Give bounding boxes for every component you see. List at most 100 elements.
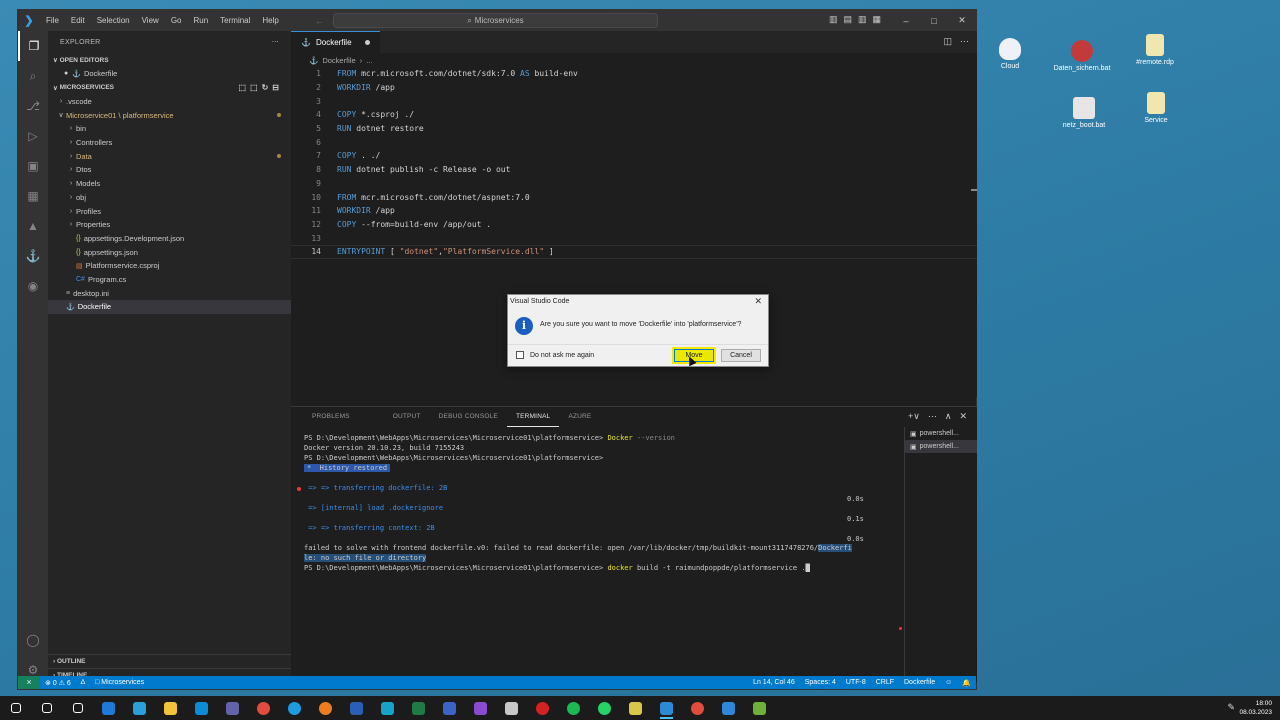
desktop-icon-service[interactable]: Service	[1121, 92, 1191, 124]
new-terminal-icon[interactable]: +∨	[908, 411, 920, 422]
teams-icon[interactable]	[217, 696, 248, 720]
edge-icon[interactable]	[279, 696, 310, 720]
folder-status[interactable]: □ Microservices	[90, 679, 149, 686]
breadcrumb-file[interactable]: Dockerfile	[322, 56, 355, 65]
tree-item[interactable]: ▤ Platformservice.csproj	[48, 259, 291, 273]
unsaved-dot-icon[interactable]	[364, 40, 370, 45]
new-folder-icon[interactable]: ⬚	[250, 83, 262, 92]
terminal-output[interactable]: PS D:\Development\WebApps\Microservices\…	[304, 433, 894, 573]
notifications-icon[interactable]: 🔔	[957, 679, 976, 687]
toggle-secondary-sidebar-icon[interactable]: ▥	[858, 14, 867, 25]
indentation[interactable]: Spaces: 4	[800, 679, 841, 687]
store-icon[interactable]	[186, 696, 217, 720]
settings-sync-icon[interactable]: ◉	[18, 271, 48, 301]
app-blue-icon[interactable]	[93, 696, 124, 720]
language-mode[interactable]: Dockerfile	[899, 679, 940, 687]
tab-debug-console[interactable]: DEBUG CONSOLE	[430, 407, 507, 427]
menu-edit[interactable]: Edit	[65, 16, 91, 25]
tab-problems[interactable]: PROBLEMS	[303, 407, 359, 427]
close-dot-icon[interactable]: ●	[64, 70, 68, 77]
menu-view[interactable]: View	[136, 16, 165, 25]
split-editor-icon[interactable]: ◫	[943, 36, 952, 47]
tree-item[interactable]: C# Program.cs	[48, 273, 291, 287]
code-editor[interactable]: 1 FROM mcr.microsoft.com/dotnet/sdk:7.0 A…	[291, 67, 977, 259]
run-debug-icon[interactable]: ▷	[18, 121, 48, 151]
open-editors-section[interactable]: ∨ OPEN EDITORS	[48, 53, 291, 67]
app-green-icon[interactable]	[744, 696, 775, 720]
remote-explorer-icon[interactable]: ▣	[18, 151, 48, 181]
more-actions-icon[interactable]: ⋯	[272, 38, 279, 46]
tab-dockerfile[interactable]: ⚓ Dockerfile	[291, 31, 380, 53]
task-view-icon[interactable]	[62, 696, 93, 720]
whatsapp-icon[interactable]	[589, 696, 620, 720]
refresh-icon[interactable]: ↻	[262, 83, 273, 92]
menu-run[interactable]: Run	[187, 16, 214, 25]
back-arrow-icon[interactable]: ←	[315, 16, 330, 26]
checkbox-label[interactable]: Do not ask me again	[530, 352, 594, 359]
word-icon[interactable]	[341, 696, 372, 720]
close-icon[interactable]: ✕	[948, 15, 976, 26]
feedback-icon[interactable]: ☺	[940, 679, 957, 687]
tab-output[interactable]: OUTPUT	[384, 407, 430, 427]
error-decoration-icon[interactable]	[297, 487, 301, 491]
start-icon[interactable]	[0, 696, 31, 720]
tree-item[interactable]: › Properties	[48, 218, 291, 232]
clock[interactable]: 18:00 08.03.2023	[1239, 699, 1272, 717]
chrome-icon[interactable]	[248, 696, 279, 720]
problems-status[interactable]: ⊗ 0 ⚠ 6	[40, 679, 76, 687]
menu-file[interactable]: File	[40, 16, 65, 25]
line-endings[interactable]: CRLF	[871, 679, 899, 687]
app-teal-icon[interactable]	[124, 696, 155, 720]
desktop-icon-cloud[interactable]: Cloud	[975, 38, 1045, 70]
cursor-position[interactable]: Ln 14, Col 46	[748, 679, 800, 687]
command-center-search[interactable]: ⌕ Microservices	[333, 13, 658, 28]
collapse-all-icon[interactable]: ⊟	[272, 83, 283, 92]
outline-section[interactable]: › OUTLINE	[48, 654, 291, 668]
extensions-icon[interactable]: ▦	[18, 181, 48, 211]
source-control-icon[interactable]: ⎇	[18, 91, 48, 121]
maximize-icon[interactable]: □	[920, 16, 948, 26]
cancel-button[interactable]: Cancel	[721, 349, 761, 362]
menu-selection[interactable]: Selection	[91, 16, 136, 25]
tab-azure[interactable]: AZURE	[559, 407, 600, 427]
tree-item[interactable]: › Models	[48, 177, 291, 191]
folder-section[interactable]: ∨ MICROSERVICES ⬚⬚↻⊟	[48, 81, 291, 95]
tree-item[interactable]: › Controllers	[48, 136, 291, 150]
chrome2-icon[interactable]	[682, 696, 713, 720]
desktop-icon-netz-boot[interactable]: netz_boot.bat	[1049, 97, 1119, 129]
tree-item[interactable]: › obj	[48, 191, 291, 205]
terminal-tab-1[interactable]: ▣ powershell...	[905, 427, 977, 440]
tree-item[interactable]: › bin	[48, 122, 291, 136]
customize-layout-icon[interactable]: ▦	[872, 14, 881, 25]
remote-indicator-icon[interactable]: ⨯	[18, 676, 40, 689]
record-icon[interactable]	[527, 696, 558, 720]
folder-icon[interactable]	[155, 696, 186, 720]
docker-icon[interactable]: ⚓	[18, 241, 48, 271]
tree-item[interactable]: ⚓ Dockerfile	[48, 300, 291, 314]
spotify-icon[interactable]	[558, 696, 589, 720]
search-icon[interactable]	[31, 696, 62, 720]
tab-terminal[interactable]: TERMINAL	[506, 407, 560, 427]
tree-item[interactable]: › Data	[48, 149, 291, 163]
azure-icon[interactable]	[434, 696, 465, 720]
breadcrumb-more[interactable]: ...	[366, 56, 372, 65]
visual-studio-icon[interactable]	[465, 696, 496, 720]
excel-icon[interactable]	[403, 696, 434, 720]
minimize-icon[interactable]: –	[892, 16, 920, 26]
new-file-icon[interactable]: ⬚	[238, 83, 250, 92]
flame-icon[interactable]: ∆	[76, 679, 90, 686]
app-cloud-icon[interactable]	[713, 696, 744, 720]
close-icon[interactable]: ✕	[754, 296, 762, 307]
account-icon[interactable]: ◯	[18, 625, 48, 655]
tree-item[interactable]: {} appsettings.json	[48, 245, 291, 259]
tool-icon[interactable]	[496, 696, 527, 720]
explorer-icon[interactable]: ❐	[18, 31, 48, 61]
tree-item[interactable]: {} appsettings.Development.json	[48, 232, 291, 246]
tree-item[interactable]: › .vscode	[48, 95, 291, 109]
tree-item[interactable]: ∨ Microservice01 \ platformservice	[48, 108, 291, 122]
more-actions-icon[interactable]: ⋯	[960, 36, 969, 47]
do-not-ask-checkbox[interactable]	[516, 351, 524, 359]
terminal-tab-2[interactable]: ▣ powershell...	[905, 440, 977, 453]
menu-terminal[interactable]: Terminal	[214, 16, 256, 25]
close-panel-icon[interactable]: ✕	[959, 411, 967, 422]
